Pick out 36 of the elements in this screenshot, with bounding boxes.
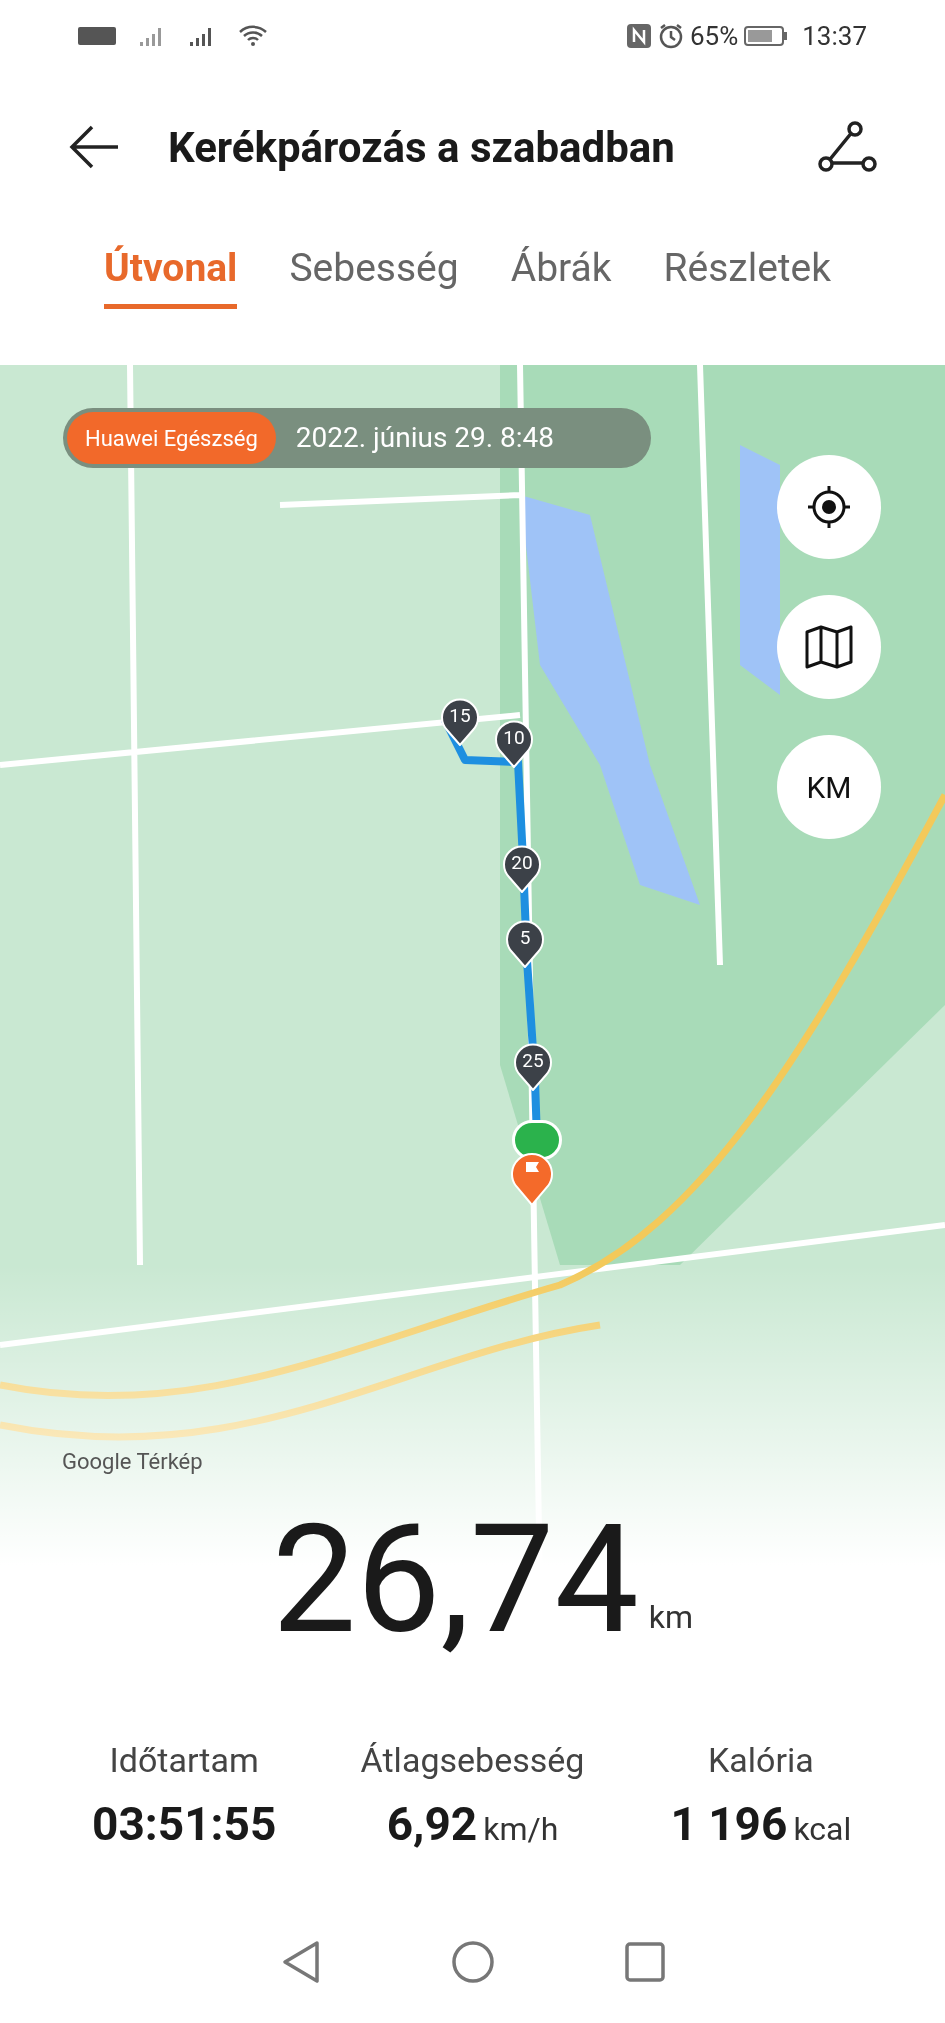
stat-label: Kalória — [707, 1739, 814, 1782]
page-title: Kerékpározás a szabadban — [168, 121, 676, 174]
distance-marker: 25 — [513, 1043, 553, 1091]
distance-unit: km — [648, 1597, 693, 1638]
flag-pin-icon — [510, 1150, 554, 1206]
tab[interactable]: Sebesség — [289, 244, 459, 309]
battery-percentage: 65% — [689, 19, 739, 53]
nav-home-button[interactable] — [450, 1939, 495, 1984]
tab[interactable]: Útvonal — [104, 244, 238, 309]
wifi-icon — [238, 24, 268, 48]
tab[interactable]: Részletek — [663, 244, 832, 309]
stat-value: 03:51:55 — [92, 1796, 277, 1853]
tab[interactable]: Ábrák — [510, 244, 612, 309]
nav-recents-button[interactable] — [624, 1941, 665, 1982]
distance-marker: 5 — [505, 920, 545, 968]
distance-marker: 10 — [494, 720, 534, 768]
stat-unit: km/h — [483, 1809, 559, 1850]
stat-label: Átlagsebesség — [360, 1739, 585, 1782]
alarm-icon — [657, 23, 684, 49]
battery-icon — [744, 24, 789, 48]
nav-back-button[interactable] — [280, 1939, 321, 1984]
route-icon[interactable] — [817, 121, 879, 173]
nfc-icon — [625, 23, 652, 49]
stat-unit: kcal — [793, 1809, 852, 1850]
locate-target-icon — [806, 484, 852, 530]
map-attribution: Google Térkép — [62, 1448, 203, 1476]
distance-value: 26,74 — [272, 1505, 639, 1655]
distance-marker: 20 — [502, 845, 542, 893]
workout-date: 2022. június 29. 8:48 — [295, 420, 555, 456]
source-badge: Huawei Egészség — [67, 412, 276, 464]
stat-value: 6,92 — [386, 1796, 478, 1853]
clock-time: 13:37 — [802, 19, 867, 53]
stat-value: 1 196 — [670, 1796, 788, 1853]
stat-label: Időtartam — [109, 1739, 259, 1782]
map-icon — [804, 624, 854, 670]
distance-marker: 15 — [440, 698, 480, 746]
